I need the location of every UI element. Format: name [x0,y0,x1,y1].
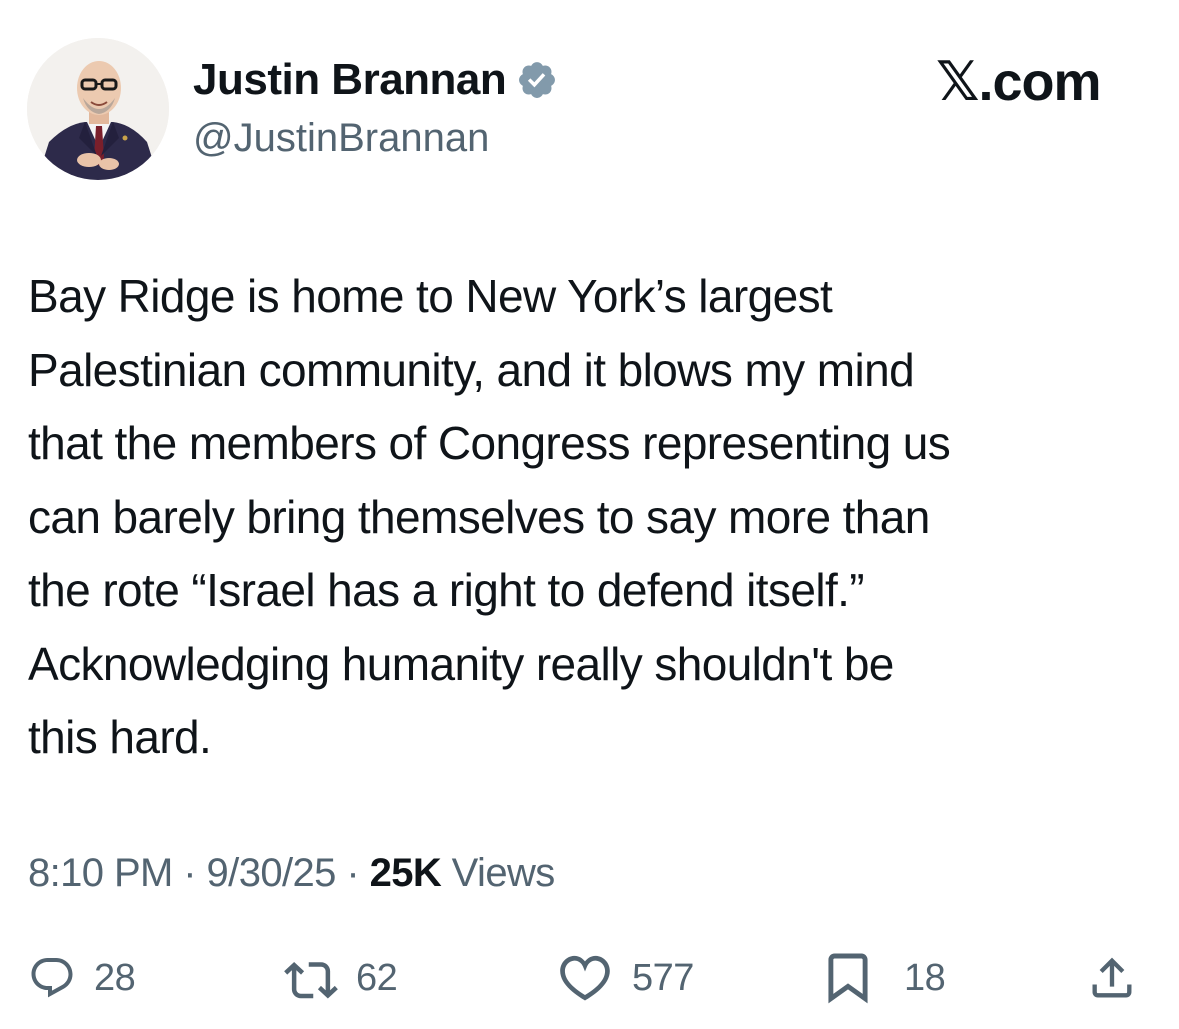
tweet-line: that the members of Congress representin… [28,417,951,469]
like-button[interactable]: 577 [556,952,694,1004]
share-button[interactable] [1086,952,1138,1004]
tweet-text: Bay Ridge is home to New York’s largest … [28,260,1168,775]
tweet-line: the rote “Israel has a right to defend i… [28,564,865,616]
repost-count: 62 [356,956,398,999]
reply-count: 28 [94,956,136,999]
display-name[interactable]: Justin Brannan [193,55,507,105]
repost-icon [284,961,338,999]
reply-button[interactable]: 28 [28,952,136,1004]
avatar[interactable] [27,38,169,180]
tweet-line: Bay Ridge is home to New York’s largest [28,270,833,322]
tweet-line: Acknowledging humanity really shouldn't … [28,637,894,690]
tweet-date[interactable]: 9/30/25 [207,851,337,895]
repost-button[interactable]: 62 [284,952,398,1004]
tweet-line: this hard. [28,711,212,763]
tweet-time[interactable]: 8:10 PM [28,851,173,895]
profile-photo [27,38,169,180]
tweet-meta: 8:10 PM · 9/30/25 · 25K Views [28,847,555,899]
bookmark-count: 18 [904,956,946,999]
share-icon [1092,957,1132,998]
x-com-brand: 𝕏.com [936,52,1102,112]
reply-icon [31,958,73,998]
like-count: 577 [632,956,694,999]
views-count[interactable]: 25K [370,851,442,895]
tweet-line: Palestinian community, and it blows my m… [28,343,915,396]
verified-badge-icon [516,59,558,101]
meta-separator: · [183,851,197,895]
views-label[interactable]: Views [452,851,556,895]
user-handle[interactable]: @JustinBrannan [193,115,489,161]
like-icon [560,955,610,1001]
bookmark-button[interactable]: 18 [826,952,946,1004]
bookmark-icon [828,953,868,1004]
display-name-row[interactable]: Justin Brannan [193,55,558,105]
meta-separator: · [346,851,360,895]
tweet-line: can barely bring themselves to say more … [28,490,930,543]
